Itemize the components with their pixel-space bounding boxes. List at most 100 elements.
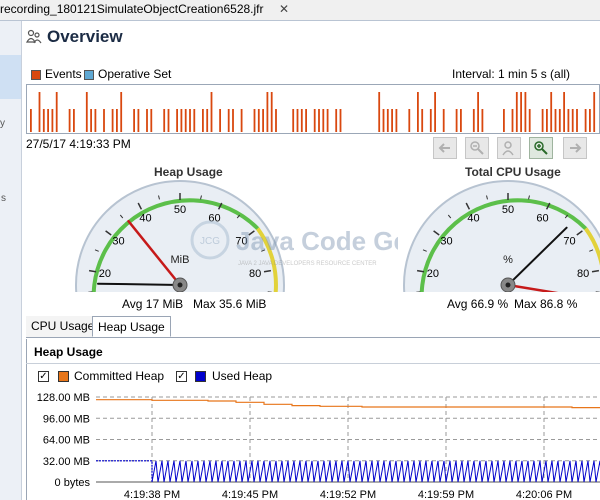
cpu-usage-gauge: 0102030405060708090100% [403,180,600,292]
arrow-left-icon[interactable] [433,137,457,159]
event-bar [584,109,587,132]
heap-gauge-avg: Avg 17 MiB [122,297,184,311]
left-nav-item-fragment[interactable]: y [0,118,5,129]
event-bar [68,109,71,132]
gauge-tick-label: 20 [99,268,111,280]
used-heap-checkbox[interactable]: ✓ [176,371,187,382]
event-bar [305,109,307,132]
event-bar [520,92,522,132]
x-tick-label: 4:20:06 PM [516,489,572,500]
watermark-brand: Java Code Geeks [236,226,398,256]
event-bar [232,109,234,132]
event-bar [550,92,553,132]
event-bar [408,109,411,132]
event-bar [266,92,269,132]
close-tab-icon[interactable]: ✕ [279,2,289,16]
gauge-unit: MiB [171,254,190,266]
y-tick-label: 0 bytes [55,477,91,489]
event-bar [189,109,191,132]
heap-gauge-max: Max 35.6 MiB [193,297,267,311]
event-bar [176,109,178,132]
event-bar [386,109,389,132]
zoom-in-icon[interactable] [529,137,553,159]
x-tick-label: 4:19:59 PM [418,489,474,500]
operative-set-color-swatch [84,69,94,80]
event-bar [442,109,445,132]
y-tick-label: 96.00 MB [43,413,90,425]
event-bar [202,109,204,132]
cpu-gauge-avg: Avg 66.9 % [447,297,509,311]
event-bar [503,109,505,132]
event-bar [318,109,320,132]
event-bar [477,92,479,132]
committed-heap-label: Committed Heap [74,369,165,383]
gauge-tick-label: 30 [440,235,452,247]
event-bar [313,109,316,132]
legend-events[interactable]: Events [31,67,82,81]
event-bar [589,109,591,132]
event-bar [541,109,544,132]
gauge-tick-label: 20 [427,268,439,280]
zoom-out-icon[interactable] [465,137,489,159]
event-bar [150,109,153,132]
event-bar [257,109,260,132]
event-bar [326,109,329,132]
legend-operative-set[interactable]: Operative Set [84,67,171,81]
event-bar [111,109,114,132]
gauge-tick-label: 80 [577,268,589,280]
event-bar [481,109,484,132]
used-heap-swatch [195,371,206,382]
y-tick-label: 128.00 MB [37,392,90,404]
event-bar [240,109,243,132]
event-bar [137,109,140,132]
series-used-heap [151,460,600,483]
cpu-gauge-max: Max 86.8 % [514,297,578,311]
legend-events-label: Events [45,67,82,81]
tab-cpu-usage[interactable]: CPU Usage [26,316,100,337]
event-bar [292,109,295,132]
heap-section-divider [26,363,600,364]
heap-usage-chart: 128.00 MB 96.00 MB 64.00 MB 32.00 MB 0 bytes… [37,392,600,500]
event-bar [571,109,574,132]
event-bar [193,109,196,132]
event-bar [90,109,92,132]
editor-tab-title[interactable]: recording_180121SimulateObjectCreation65… [0,2,264,16]
arrow-right-icon[interactable] [563,137,587,159]
left-nav-selected-item[interactable] [0,55,21,99]
event-bar [47,109,49,132]
event-bar [576,109,578,132]
event-bar [554,109,557,132]
event-bar [133,109,135,132]
event-bar [146,109,148,132]
event-bar [206,109,209,132]
gauge-needle-avg [97,282,181,286]
left-nav-item-fragment[interactable]: s [1,193,6,204]
event-bar [227,109,230,132]
gauge-hub-center [177,282,183,288]
watermark-logo: JCG [200,236,220,247]
gauge-tick-label: 40 [467,212,479,224]
event-bar [116,109,118,132]
page-title: Overview [47,27,123,46]
event-timeline[interactable] [26,84,600,134]
committed-heap-checkbox[interactable]: ✓ [38,371,49,382]
event-bar [322,109,325,132]
event-bar [167,109,170,132]
event-bar [73,109,75,132]
event-bar [262,109,264,132]
event-bar [38,92,41,132]
event-bar [417,92,419,132]
gauge-tick-label: 70 [563,235,575,247]
event-bar [85,92,88,132]
event-bar [511,109,514,132]
event-bar [275,109,277,132]
gauge-tick-label: 60 [536,212,548,224]
event-bar [219,109,221,132]
tab-heap-usage[interactable]: Heap Usage [92,316,171,337]
event-bar [391,109,393,132]
event-bar [567,109,570,132]
event-bar [382,109,385,132]
x-tick-label: 4:19:52 PM [320,489,376,500]
zoom-reset-icon[interactable] [497,137,521,159]
event-bar [51,109,54,132]
